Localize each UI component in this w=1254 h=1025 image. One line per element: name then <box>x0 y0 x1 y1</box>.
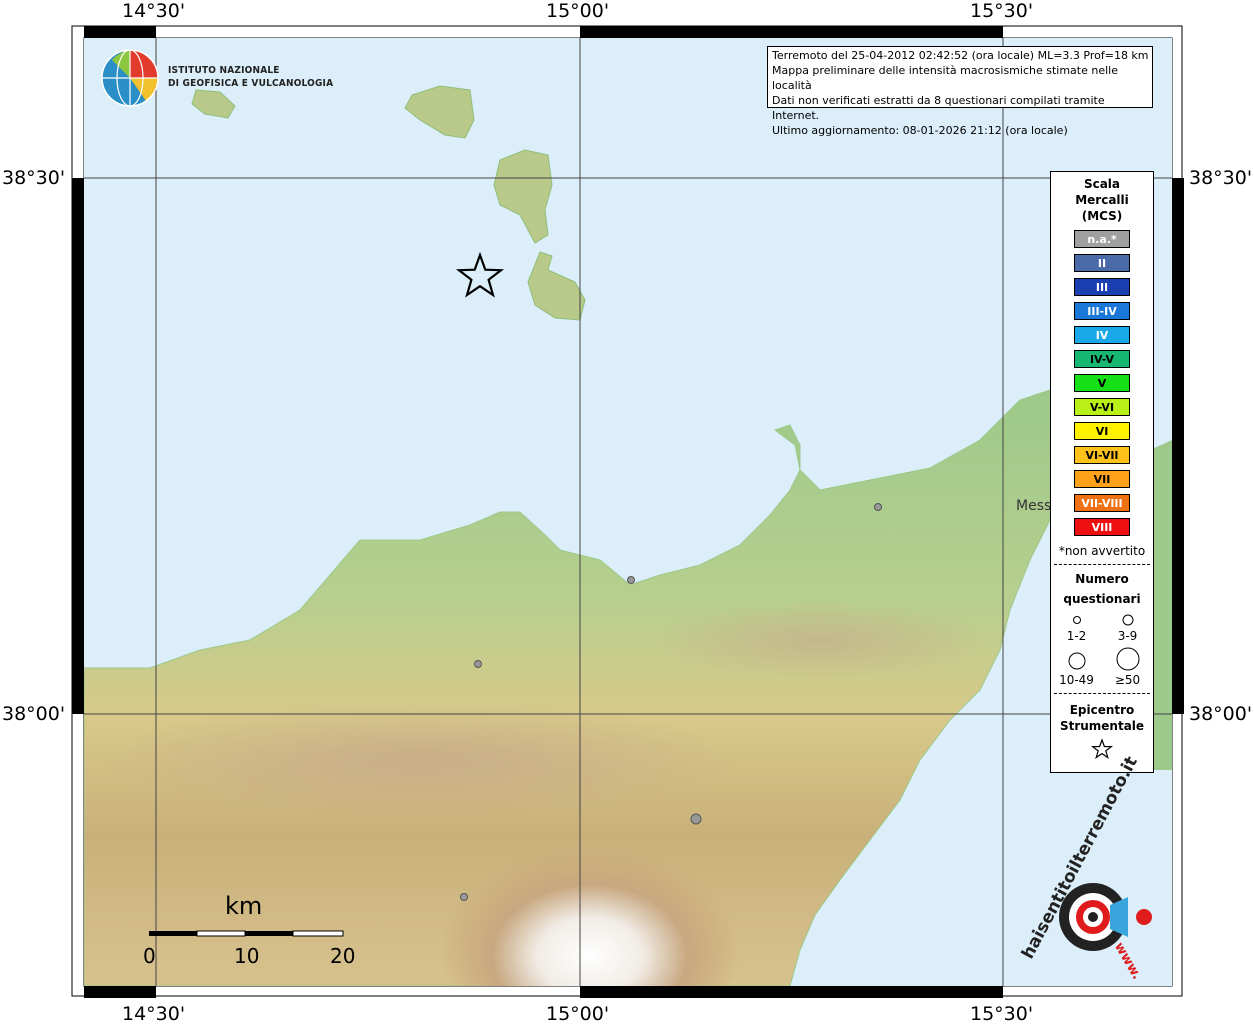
nebrodi-relief <box>100 700 740 820</box>
mcs-swatch: VI-VII <box>1074 446 1130 464</box>
locality-marker <box>627 576 635 584</box>
ingv-line2: DI GEOFISICA E VULCANOLOGIA <box>168 78 334 89</box>
mcs-swatch: n.a.* <box>1074 230 1130 248</box>
questionari-sizes: 1-2 3-9 10-49 ≥50 <box>1051 613 1153 687</box>
questionari-label: 10-49 <box>1059 673 1094 687</box>
info-line2: Mappa preliminare delle intensità macros… <box>772 64 1118 92</box>
legend-note: *non avvertito <box>1058 544 1146 558</box>
questionari-size-4: ≥50 <box>1102 647 1153 687</box>
lon-tick-bottom-2: 15°00' <box>546 1003 610 1025</box>
ingv-logo-icon <box>101 49 159 107</box>
lon-tick-bottom-1: 14°30' <box>122 1003 186 1025</box>
lat-tick-left-2: 38°00' <box>2 703 66 725</box>
legend-title-line: (MCS) <box>1081 209 1123 223</box>
mcs-swatch: VI <box>1074 422 1130 440</box>
mcs-swatch: VIII <box>1074 518 1130 536</box>
lat-tick-right-2: 38°00' <box>1189 703 1253 725</box>
questionari-size-1: 1-2 <box>1051 613 1102 643</box>
questionari-title-line: questionari <box>1063 592 1141 606</box>
lon-tick-bottom-3: 15°30' <box>970 1003 1034 1025</box>
locality-marker <box>474 660 482 668</box>
mcs-swatch: IV <box>1074 326 1130 344</box>
lon-tick-top-3: 15°30' <box>970 0 1034 22</box>
legend-divider <box>1054 693 1150 694</box>
epicentro-title: Epicentro Strumentale <box>1051 702 1153 734</box>
event-info-box: Terremoto del 25-04-2012 02:42:52 (ora l… <box>767 46 1153 137</box>
scale-label-10: 10 <box>234 944 260 968</box>
questionari-title: Numero questionari <box>1051 569 1153 609</box>
questionari-label: 1-2 <box>1066 629 1087 643</box>
legend-title-line: Scala <box>1083 177 1121 191</box>
scale-label-0: 0 <box>143 944 156 968</box>
scale-unit: km <box>225 892 263 920</box>
legend-title-line: Mercalli <box>1075 193 1129 207</box>
info-line1: Terremoto del 25-04-2012 02:42:52 (ora l… <box>772 49 1149 62</box>
ingv-logo-text: ISTITUTO NAZIONALE DI GEOFISICA E VULCAN… <box>168 64 333 90</box>
city-label-messina: Mess <box>1016 498 1052 514</box>
questionari-size-3: 10-49 <box>1051 647 1102 687</box>
mcs-swatch: IV-V <box>1074 350 1130 368</box>
ingv-line1: ISTITUTO NAZIONALE <box>168 65 280 76</box>
epicenter-legend-icon <box>1090 738 1114 759</box>
questionari-size-2: 3-9 <box>1102 613 1153 643</box>
scale-bar <box>149 930 344 937</box>
lat-tick-left-1: 38°30' <box>2 167 66 189</box>
peloritani-relief <box>650 600 990 680</box>
scale-label-20: 20 <box>330 944 356 968</box>
mcs-swatch: III-IV <box>1074 302 1130 320</box>
info-line3: Dati non verificati estratti da 8 questi… <box>772 94 1105 122</box>
locality-marker <box>874 503 882 511</box>
mcs-swatch: VII <box>1074 470 1130 488</box>
mcs-swatch: II <box>1074 254 1130 272</box>
lon-tick-top-1: 14°30' <box>122 0 186 22</box>
mcs-swatch: V-VI <box>1074 398 1130 416</box>
info-line4: Ultimo aggiornamento: 08-01-2026 21:12 (… <box>772 124 1068 137</box>
locality-marker <box>460 893 468 901</box>
legend-divider <box>1054 564 1150 565</box>
questionari-label: 3-9 <box>1117 629 1138 643</box>
locality-marker <box>690 813 702 825</box>
lon-tick-top-2: 15°00' <box>546 0 610 22</box>
mcs-swatch: V <box>1074 374 1130 392</box>
mcs-swatch: VII-VIII <box>1074 494 1130 512</box>
lat-tick-right-1: 38°30' <box>1189 167 1253 189</box>
questionari-title-line: Numero <box>1075 572 1129 586</box>
questionari-label: ≥50 <box>1114 673 1141 687</box>
epicentro-title-line: Strumentale <box>1059 719 1145 733</box>
mcs-scale: n.a.* II III III-IV IV IV-V V V-VI VI VI-VII VII VI… <box>1051 230 1153 536</box>
legend: Scala Mercalli (MCS) n.a.* II III III-IV IV I… <box>1050 171 1154 773</box>
mcs-swatch: III <box>1074 278 1130 296</box>
legend-title: Scala Mercalli (MCS) <box>1051 176 1153 224</box>
epicentro-title-line: Epicentro <box>1069 703 1135 717</box>
